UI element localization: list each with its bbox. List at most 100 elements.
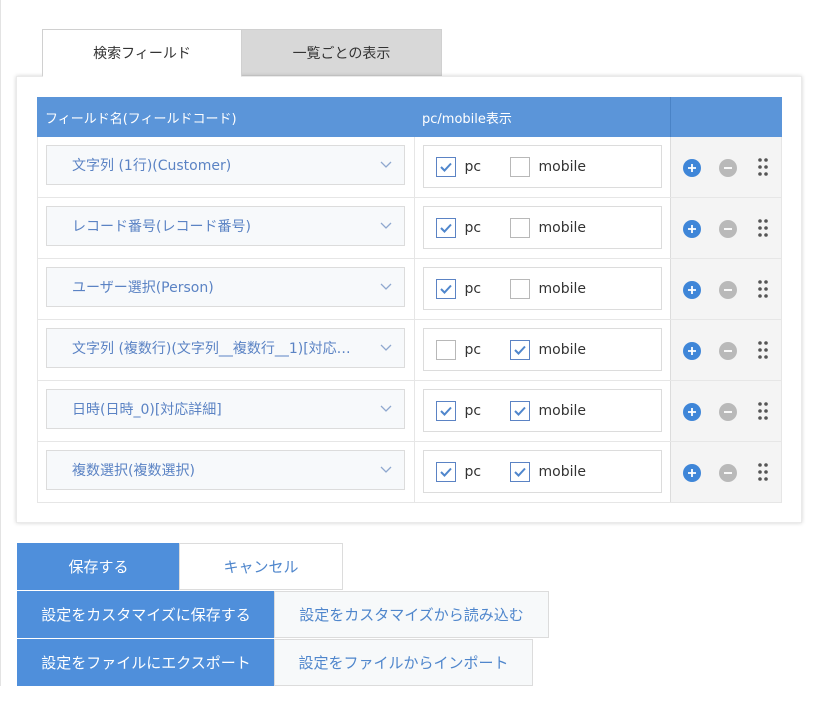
mobile-checkbox[interactable]: mobile — [509, 217, 586, 238]
field-select[interactable]: 文字列 (1行)(Customer) — [46, 145, 405, 185]
drag-handle-icon[interactable] — [757, 218, 769, 238]
chevron-down-icon — [380, 280, 392, 292]
save-button-label: 保存する — [68, 558, 129, 576]
save-to-customize-button[interactable]: 設定をカスタマイズに保存する — [17, 591, 275, 638]
display-cell: pc mobile — [415, 320, 671, 380]
minus-circle-icon[interactable] — [719, 159, 738, 177]
checkbox-unchecked-icon[interactable] — [509, 217, 530, 238]
checkbox-checked-icon[interactable] — [435, 278, 456, 299]
ops-cell — [670, 442, 783, 502]
field-cell: 複数選択(複数選択) — [38, 442, 415, 502]
pc-checkbox[interactable]: pc — [435, 339, 510, 360]
checkbox-checked-icon[interactable] — [509, 400, 530, 421]
field-select-value: レコード番号(レコード番号) — [72, 219, 251, 235]
pc-label: pc — [464, 219, 482, 236]
drag-handle-icon[interactable] — [757, 401, 769, 421]
field-select[interactable]: 日時(日時_0)[対応詳細] — [46, 389, 405, 429]
mobile-label: mobile — [538, 280, 586, 297]
ops-cell — [670, 137, 783, 197]
display-checkbox-group: pc mobile — [422, 145, 662, 188]
page-left-rule — [0, 0, 1, 686]
minus-circle-icon[interactable] — [719, 342, 738, 360]
mobile-checkbox[interactable]: mobile — [509, 156, 586, 177]
table-row: 文字列 (複数行)(文字列__複数行__1)[対応詳細] pc mobile — [37, 320, 783, 381]
checkbox-checked-icon[interactable] — [509, 339, 530, 360]
tab-list-display[interactable]: 一覧ごとの表示 — [242, 29, 442, 76]
pc-label: pc — [464, 280, 482, 297]
drag-handle-icon[interactable] — [757, 157, 769, 177]
field-select[interactable]: ユーザー選択(Person) — [46, 267, 405, 307]
checkbox-checked-icon[interactable] — [435, 156, 456, 177]
plus-circle-icon[interactable] — [683, 342, 702, 360]
chevron-down-icon — [380, 463, 392, 475]
minus-circle-icon[interactable] — [719, 220, 738, 238]
save-button[interactable]: 保存する — [17, 543, 180, 590]
pc-label: pc — [464, 463, 482, 480]
display-checkbox-group: pc mobile — [422, 328, 662, 371]
import-from-file-button[interactable]: 設定をファイルからインポート — [274, 639, 533, 686]
field-select-value: 日時(日時_0)[対応詳細] — [72, 402, 222, 418]
field-select-value: 文字列 (複数行)(文字列__複数行__1)[対応詳細] — [72, 341, 364, 357]
table-row: 複数選択(複数選択) pc mobile — [37, 442, 783, 503]
display-cell: pc mobile — [415, 442, 671, 502]
minus-circle-icon[interactable] — [719, 464, 738, 482]
pc-checkbox[interactable]: pc — [435, 217, 510, 238]
display-checkbox-group: pc mobile — [422, 389, 662, 432]
drag-handle-icon[interactable] — [757, 279, 769, 299]
table-header: フィールド名(フィールドコード) pc/mobile表示 — [37, 97, 782, 137]
checkbox-unchecked-icon[interactable] — [509, 278, 530, 299]
save-to-customize-label: 設定をカスタマイズに保存する — [41, 606, 251, 624]
table-row: 文字列 (1行)(Customer) pc mobile — [37, 137, 783, 198]
settings-panel: フィールド名(フィールドコード) pc/mobile表示 文字列 (1行)(Cu… — [16, 76, 802, 523]
header-display: pc/mobile表示 — [422, 111, 512, 127]
drag-handle-icon[interactable] — [757, 340, 769, 360]
checkbox-checked-icon[interactable] — [435, 400, 456, 421]
field-cell: レコード番号(レコード番号) — [38, 198, 415, 258]
plus-circle-icon[interactable] — [683, 159, 702, 177]
plus-circle-icon[interactable] — [683, 403, 702, 421]
checkbox-checked-icon[interactable] — [435, 461, 456, 482]
field-select[interactable]: レコード番号(レコード番号) — [46, 206, 405, 246]
load-from-customize-label: 設定をカスタマイズから読み込む — [299, 606, 524, 624]
checkbox-unchecked-icon[interactable] — [435, 339, 456, 360]
field-cell: 日時(日時_0)[対応詳細] — [38, 381, 415, 441]
plus-circle-icon[interactable] — [683, 464, 702, 482]
field-table: フィールド名(フィールドコード) pc/mobile表示 文字列 (1行)(Cu… — [37, 97, 783, 503]
plus-circle-icon[interactable] — [683, 220, 702, 238]
pc-checkbox[interactable]: pc — [435, 156, 510, 177]
minus-circle-icon[interactable] — [719, 281, 738, 299]
mobile-checkbox[interactable]: mobile — [509, 400, 586, 421]
mobile-label: mobile — [538, 402, 586, 419]
field-select[interactable]: 文字列 (複数行)(文字列__複数行__1)[対応詳細] — [46, 328, 405, 368]
chevron-down-icon — [380, 402, 392, 414]
checkbox-checked-icon[interactable] — [509, 461, 530, 482]
ops-cell — [670, 259, 783, 319]
field-cell: ユーザー選択(Person) — [38, 259, 415, 319]
mobile-checkbox[interactable]: mobile — [509, 461, 586, 482]
mobile-label: mobile — [538, 341, 586, 358]
chevron-down-icon — [380, 219, 392, 231]
pc-label: pc — [464, 402, 482, 419]
plus-circle-icon[interactable] — [683, 281, 702, 299]
checkbox-unchecked-icon[interactable] — [509, 156, 530, 177]
pc-checkbox[interactable]: pc — [435, 461, 510, 482]
mobile-checkbox[interactable]: mobile — [509, 339, 586, 360]
field-select-value: ユーザー選択(Person) — [72, 280, 214, 296]
field-select-value: 文字列 (1行)(Customer) — [72, 158, 232, 174]
cancel-button[interactable]: キャンセル — [179, 543, 343, 590]
tab-search-fields[interactable]: 検索フィールド — [42, 29, 242, 77]
mobile-checkbox[interactable]: mobile — [509, 278, 586, 299]
table-body: 文字列 (1行)(Customer) pc mobile レコード番号(レコード… — [37, 137, 783, 503]
export-to-file-button[interactable]: 設定をファイルにエクスポート — [17, 639, 275, 686]
display-checkbox-group: pc mobile — [422, 206, 662, 249]
display-cell: pc mobile — [415, 381, 671, 441]
mobile-label: mobile — [538, 463, 586, 480]
checkbox-checked-icon[interactable] — [435, 217, 456, 238]
minus-circle-icon[interactable] — [719, 403, 738, 421]
pc-checkbox[interactable]: pc — [435, 278, 510, 299]
field-select[interactable]: 複数選択(複数選択) — [46, 450, 405, 490]
pc-checkbox[interactable]: pc — [435, 400, 510, 421]
drag-handle-icon[interactable] — [757, 462, 769, 482]
load-from-customize-button[interactable]: 設定をカスタマイズから読み込む — [274, 591, 549, 638]
mobile-label: mobile — [538, 219, 586, 236]
